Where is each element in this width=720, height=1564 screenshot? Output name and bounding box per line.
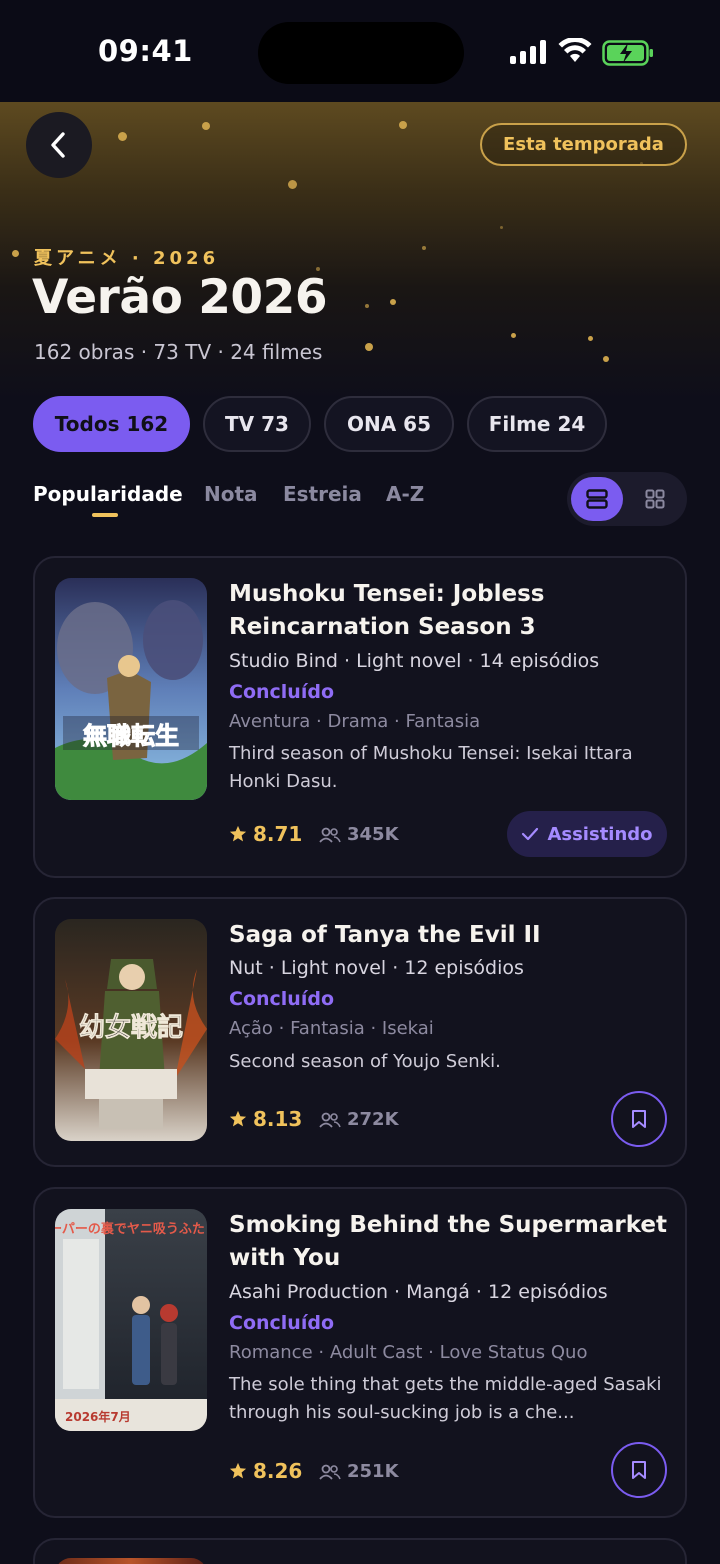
bookmark-icon — [632, 1461, 646, 1479]
filter-chip-movie[interactable]: Filme 24 — [467, 396, 607, 452]
sort-tab-alphabetical[interactable]: A-Z — [386, 482, 424, 506]
anime-poster: 幼女戦記 — [55, 919, 207, 1141]
anime-genres: Ação · Fantasia · Isekai — [229, 1018, 434, 1039]
watching-status-label: Assistindo — [547, 823, 653, 845]
anime-members: 345K — [319, 824, 399, 845]
sort-tab-premiere[interactable]: Estreia — [283, 482, 362, 506]
anime-genres: Aventura · Drama · Fantasia — [229, 711, 481, 732]
list-view-icon — [586, 489, 608, 509]
filter-chip-all[interactable]: Todos 162 — [33, 396, 190, 452]
rating-value: 8.71 — [253, 822, 303, 846]
users-icon — [319, 1112, 341, 1128]
dynamic-island — [258, 22, 464, 84]
anime-card[interactable] — [33, 1538, 687, 1564]
grid-view-button[interactable] — [629, 477, 681, 521]
sort-tab-indicator — [92, 513, 118, 517]
anime-status: Concluído — [229, 681, 334, 703]
bookmark-icon — [632, 1110, 646, 1128]
filter-chip-ona[interactable]: ONA 65 — [324, 396, 454, 452]
anime-title[interactable]: Smoking Behind the Supermarket with You — [229, 1209, 669, 1275]
anime-rating: 8.13 — [229, 1107, 302, 1131]
svg-text:2026年7月: 2026年7月 — [65, 1409, 131, 1424]
users-icon — [319, 1464, 341, 1480]
anime-meta: Asahi Production · Mangá · 12 episódios — [229, 1281, 608, 1303]
anime-card[interactable]: 無職転生 Mushoku Tensei: Jobless Reincarnati… — [33, 556, 687, 878]
battery-charging-icon — [602, 40, 653, 66]
sort-tab-score[interactable]: Nota — [204, 482, 258, 506]
anime-status: Concluído — [229, 988, 334, 1010]
anime-meta: Nut · Light novel · 12 episódios — [229, 957, 524, 979]
rating-value: 8.13 — [253, 1107, 303, 1131]
this-season-button[interactable]: Esta temporada — [480, 123, 687, 166]
anime-meta: Studio Bind · Light novel · 14 episódios — [229, 650, 600, 672]
anime-card[interactable]: スーパーの裏でヤニ吸うふたり 2026年7月 Smoking Behind th… — [33, 1187, 687, 1518]
check-icon — [522, 827, 539, 841]
anime-poster: 無職転生 — [55, 578, 207, 800]
anime-rating: 8.71 — [229, 822, 302, 846]
sort-tab-popularity[interactable]: Popularidade — [33, 482, 183, 506]
watching-status-button[interactable]: Assistindo — [507, 811, 667, 857]
anime-description: Third season of Mushoku Tensei: Isekai I… — [229, 743, 633, 792]
filter-chip-tv[interactable]: TV 73 — [203, 396, 311, 452]
anime-card[interactable]: 幼女戦記 Saga of Tanya the Evil II Nut · Lig… — [33, 897, 687, 1167]
page-title: Verão 2026 — [32, 270, 328, 325]
anime-status: Concluído — [229, 1312, 334, 1334]
anime-title[interactable]: Saga of Tanya the Evil II — [229, 919, 669, 952]
anime-rating: 8.26 — [229, 1459, 302, 1483]
chevron-left-icon — [51, 132, 65, 158]
anime-members: 251K — [319, 1461, 399, 1482]
anime-members: 272K — [319, 1109, 399, 1130]
bookmark-button[interactable] — [611, 1091, 667, 1147]
star-icon — [229, 1462, 247, 1479]
season-kicker: 夏アニメ · 2026 — [34, 248, 220, 269]
anime-genres: Romance · Adult Cast · Love Status Quo — [229, 1342, 588, 1363]
cellular-signal-icon — [510, 40, 546, 64]
season-stats: 162 obras · 73 TV · 24 filmes — [34, 340, 323, 364]
status-time: 09:41 — [98, 34, 193, 68]
svg-text:スーパーの裏でヤニ吸うふたり: スーパーの裏でヤニ吸うふたり — [55, 1221, 207, 1237]
grid-view-icon — [645, 489, 665, 509]
svg-text:無職転生: 無職転生 — [83, 721, 179, 750]
members-count: 345K — [347, 824, 399, 845]
wifi-icon — [558, 38, 592, 62]
users-icon — [319, 827, 341, 843]
bookmark-button[interactable] — [611, 1442, 667, 1498]
view-mode-toggle — [567, 472, 687, 526]
anime-title[interactable]: Mushoku Tensei: Jobless Reincarnation Se… — [229, 578, 669, 644]
rating-value: 8.26 — [253, 1459, 303, 1483]
anime-poster: スーパーの裏でヤニ吸うふたり 2026年7月 — [55, 1209, 207, 1431]
back-button[interactable] — [26, 112, 92, 178]
anime-description: The sole thing that gets the middle-aged… — [229, 1374, 662, 1423]
list-view-button[interactable] — [571, 477, 623, 521]
members-count: 251K — [347, 1461, 399, 1482]
anime-description: Second season of Youjo Senki. — [229, 1051, 501, 1072]
status-bar: 09:41 — [0, 0, 720, 102]
star-icon — [229, 825, 247, 842]
svg-text:幼女戦記: 幼女戦記 — [79, 1012, 183, 1043]
members-count: 272K — [347, 1109, 399, 1130]
anime-poster — [55, 1558, 207, 1564]
star-icon — [229, 1110, 247, 1127]
